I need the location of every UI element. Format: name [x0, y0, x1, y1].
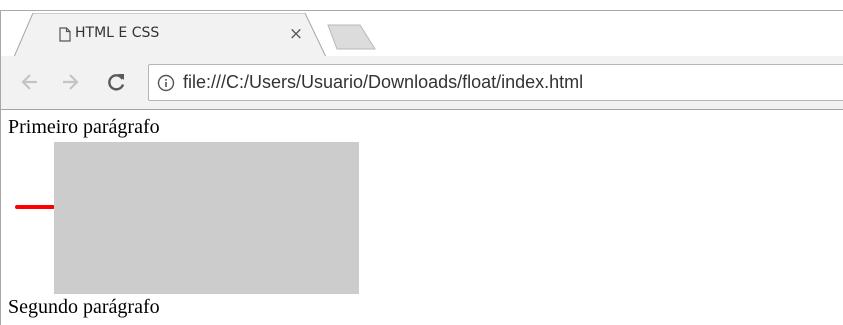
close-icon[interactable]: × [287, 24, 305, 44]
forward-arrow-icon[interactable] [59, 71, 81, 93]
first-paragraph: Primeiro parágrafo [8, 116, 160, 138]
new-tab-button[interactable] [325, 23, 377, 51]
back-arrow-icon[interactable] [19, 71, 41, 93]
tab-strip: HTML E CSS × [1, 11, 843, 57]
second-paragraph: Segundo parágrafo [8, 296, 160, 318]
tab-title: HTML E CSS [75, 25, 160, 41]
tab-html-e-css[interactable]: HTML E CSS × [13, 13, 331, 57]
page-icon [59, 27, 71, 42]
url-text[interactable]: file:///C:/Users/Usuario/Downloads/float… [183, 72, 583, 93]
browser-window: HTML E CSS × file:///C:/Users/Usuario/Do… [0, 10, 843, 325]
reload-icon[interactable] [105, 71, 127, 93]
address-bar[interactable]: file:///C:/Users/Usuario/Downloads/float… [148, 64, 843, 101]
toolbar: file:///C:/Users/Usuario/Downloads/float… [1, 56, 843, 110]
page-content: Primeiro parágrafo Segundo parágrafo [2, 111, 843, 325]
floated-gray-box [54, 142, 359, 294]
info-icon[interactable] [157, 74, 175, 92]
red-marker [15, 205, 55, 209]
